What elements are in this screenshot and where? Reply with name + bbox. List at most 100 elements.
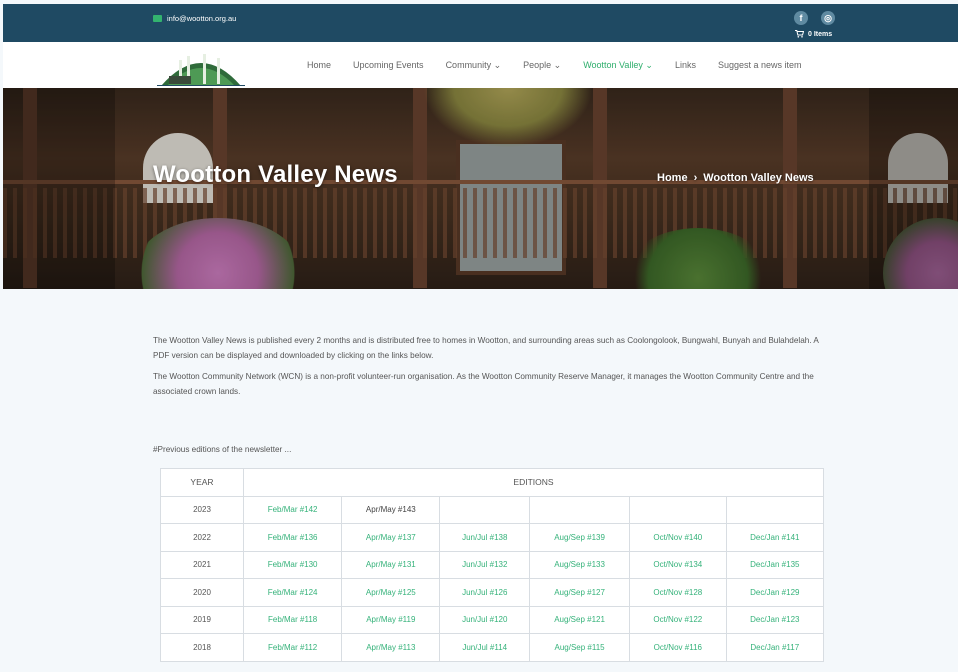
year-cell: 2020: [160, 578, 244, 607]
edition-link[interactable]: Oct/Nov #140: [653, 533, 702, 542]
hero-banner: Wootton Valley News Home › Wootton Valle…: [3, 88, 958, 289]
edition-cell: Feb/Mar #124: [242, 578, 343, 607]
edition-link[interactable]: Apr/May #119: [366, 615, 415, 624]
year-cell: 2018: [160, 633, 244, 662]
hero-side-shade-right: [869, 88, 958, 289]
edition-link[interactable]: Dec/Jan #117: [750, 643, 799, 652]
table-row: 2020 Feb/Mar #124 Apr/May #125 Jun/Jul #126…: [160, 578, 825, 607]
intro-paragraph-2: The Wootton Community Network (WCN) is a…: [153, 372, 814, 396]
page-title: Wootton Valley News: [153, 161, 398, 188]
header-year: YEAR: [160, 468, 244, 497]
edition-cell: Apr/May #113: [341, 633, 441, 662]
edition-link[interactable]: Feb/Mar #130: [268, 560, 318, 569]
email-icon: [153, 15, 162, 22]
email-link[interactable]: info@wootton.org.au: [153, 14, 236, 23]
edition-link[interactable]: Aug/Sep #127: [554, 588, 605, 597]
edition-cell: Feb/Mar #142: [242, 495, 343, 524]
table-row: 2021 Feb/Mar #130 Apr/May #131 Jun/Jul #132…: [160, 550, 825, 579]
edition-cell: Apr/May #125: [341, 578, 441, 607]
edition-link[interactable]: Dec/Jan #129: [750, 588, 799, 597]
edition-link[interactable]: Feb/Mar #118: [268, 615, 317, 624]
edition-link[interactable]: Feb/Mar #124: [268, 588, 318, 597]
edition-link[interactable]: Aug/Sep #133: [554, 560, 605, 569]
nav-menu: Home Upcoming Events Community ⌄ People …: [307, 60, 824, 71]
edition-link[interactable]: Apr/May #131: [366, 560, 416, 569]
top-bar: info@wootton.org.au f ◎ 0 Items: [3, 4, 958, 42]
edition-cell: Dec/Jan #135: [725, 550, 825, 579]
edition-cell: Jun/Jul #138: [439, 523, 531, 552]
edition-cell: Aug/Sep #139: [529, 523, 631, 552]
edition-link[interactable]: Dec/Jan #141: [750, 533, 799, 542]
edition-link[interactable]: Apr/May #143: [366, 505, 416, 514]
edition-cell: Dec/Jan #129: [725, 578, 825, 607]
nav-people[interactable]: People ⌄: [523, 60, 561, 71]
edition-link[interactable]: Jun/Jul #126: [462, 588, 507, 597]
social-links: f ◎: [794, 11, 835, 25]
edition-link[interactable]: Oct/Nov #122: [653, 615, 702, 624]
table-header-row: YEAR EDITIONS: [160, 468, 824, 497]
edition-cell: Jun/Jul #114: [439, 633, 531, 662]
edition-cell: [439, 495, 531, 524]
hero-overlay: [3, 88, 958, 289]
edition-link[interactable]: Oct/Nov #116: [654, 643, 702, 652]
edition-link[interactable]: Dec/Jan #123: [750, 615, 799, 624]
year-cell: 2019: [160, 605, 244, 634]
hero-side-shade-left: [3, 88, 115, 289]
edition-link[interactable]: Feb/Mar #112: [268, 643, 317, 652]
edition-link[interactable]: Apr/May #137: [366, 533, 416, 542]
header-editions: EDITIONS: [243, 468, 824, 497]
table-row: 2019 Feb/Mar #118 Apr/May #119 Jun/Jul #120…: [160, 605, 825, 634]
edition-link[interactable]: Jun/Jul #132: [462, 560, 507, 569]
email-text[interactable]: info@wootton.org.au: [167, 14, 236, 23]
nav-home[interactable]: Home: [307, 60, 331, 71]
instagram-icon[interactable]: ◎: [821, 11, 835, 25]
edition-link[interactable]: Aug/Sep #115: [555, 643, 605, 652]
edition-link[interactable]: Dec/Jan #135: [750, 560, 799, 569]
edition-link[interactable]: Jun/Jul #138: [462, 533, 507, 542]
table-row: 2022 Feb/Mar #136 Apr/May #137 Jun/Jul #138…: [160, 523, 825, 552]
year-cell: 2023: [160, 495, 244, 524]
site-logo[interactable]: [157, 46, 245, 86]
edition-link[interactable]: Jun/Jul #114: [462, 643, 507, 652]
nav-community[interactable]: Community ⌄: [446, 60, 502, 71]
edition-cell: Jun/Jul #120: [439, 605, 531, 634]
edition-cell: Oct/Nov #140: [629, 523, 727, 552]
breadcrumb-current: Wootton Valley News: [703, 172, 814, 184]
breadcrumb: Home › Wootton Valley News: [657, 172, 814, 184]
nav-suggest-news[interactable]: Suggest a news item: [718, 60, 802, 71]
edition-cell: Oct/Nov #122: [629, 605, 727, 634]
edition-link[interactable]: Apr/May #125: [366, 588, 416, 597]
edition-cell: Feb/Mar #112: [242, 633, 343, 662]
nav-upcoming-events[interactable]: Upcoming Events: [353, 60, 424, 71]
edition-cell: [529, 495, 631, 524]
edition-cell: Dec/Jan #141: [725, 523, 825, 552]
intro-paragraph-1: The Wootton Valley News is published eve…: [153, 336, 819, 360]
nav-wootton-valley[interactable]: Wootton Valley ⌄: [583, 60, 653, 71]
edition-cell: Oct/Nov #134: [629, 550, 727, 579]
cart-link[interactable]: 0 Items: [795, 30, 832, 38]
nav-links[interactable]: Links: [675, 60, 696, 71]
edition-cell: Jun/Jul #126: [439, 578, 531, 607]
edition-link[interactable]: Jun/Jul #120: [462, 615, 507, 624]
edition-link[interactable]: Aug/Sep #121: [554, 615, 605, 624]
editions-table: YEAR EDITIONS 2023 Feb/Mar #142 Apr/May #1…: [160, 468, 825, 662]
edition-link[interactable]: Apr/May #113: [366, 643, 415, 652]
breadcrumb-home[interactable]: Home: [657, 172, 688, 184]
edition-link[interactable]: Feb/Mar #142: [268, 505, 318, 514]
edition-cell: Feb/Mar #118: [242, 605, 343, 634]
cart-count[interactable]: 0 Items: [808, 31, 832, 38]
edition-link[interactable]: Oct/Nov #128: [653, 588, 702, 597]
cart-icon: [795, 30, 804, 38]
edition-cell: Feb/Mar #136: [242, 523, 343, 552]
table-row: 2023 Feb/Mar #142 Apr/May #143: [160, 495, 825, 524]
breadcrumb-separator: ›: [693, 172, 698, 184]
edition-link[interactable]: Oct/Nov #134: [653, 560, 702, 569]
edition-link[interactable]: Feb/Mar #136: [268, 533, 318, 542]
edition-cell: Aug/Sep #133: [529, 550, 631, 579]
edition-cell: Apr/May #131: [341, 550, 441, 579]
facebook-icon[interactable]: f: [794, 11, 808, 25]
edition-link[interactable]: Aug/Sep #139: [554, 533, 605, 542]
year-cell: 2021: [160, 550, 244, 579]
edition-cell: Aug/Sep #121: [529, 605, 631, 634]
edition-cell: Dec/Jan #117: [725, 633, 825, 662]
